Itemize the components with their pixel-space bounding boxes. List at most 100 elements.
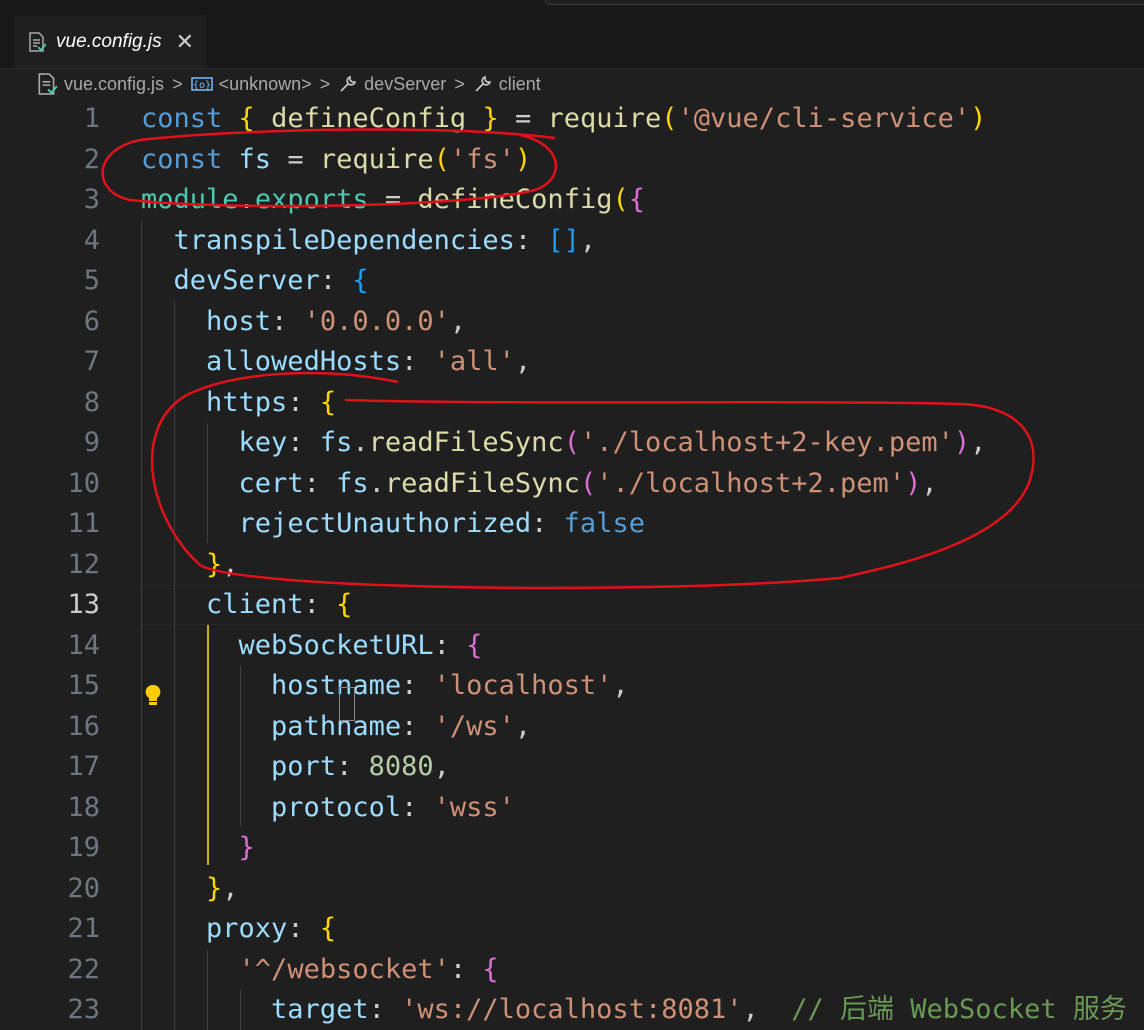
code-editor[interactable]: 1 2 3 4 5 6 7 8 9 10 11 12 13 14 15 16 17 18 19 20 21 22 23 co… bbox=[0, 99, 1144, 1030]
line-number: 15 bbox=[67, 670, 100, 701]
code-token: fs bbox=[238, 143, 272, 175]
code-line[interactable]: const fs = require('fs') bbox=[141, 140, 531, 180]
line-number: 14 bbox=[67, 629, 100, 661]
code-token: https bbox=[206, 386, 288, 418]
code-line[interactable]: devServer: { bbox=[141, 261, 369, 301]
code-token: : bbox=[433, 629, 467, 661]
code-line[interactable]: const { defineConfig } = require('@vue/c… bbox=[141, 99, 986, 139]
code-token: = bbox=[498, 103, 548, 134]
code-token: devServer bbox=[173, 265, 320, 296]
tab-title: vue.config.js bbox=[56, 30, 162, 52]
code-line[interactable]: } bbox=[141, 828, 255, 868]
line-number-gutter[interactable]: 1 2 3 4 5 6 7 8 9 10 11 12 13 14 15 16 17 18 19 20 21 22 23 bbox=[0, 99, 112, 1030]
line-number: 17 bbox=[67, 751, 100, 782]
line-number: 18 bbox=[67, 791, 100, 823]
code-line[interactable]: transpileDependencies: [], bbox=[141, 221, 597, 261]
code-token: , bbox=[579, 224, 597, 256]
tab-strip: vue.config.js ✕ bbox=[0, 15, 1144, 69]
code-token: ) bbox=[970, 103, 987, 134]
code-lines[interactable]: const { defineConfig } = require('@vue/c… bbox=[141, 99, 1144, 1030]
code-token: , bbox=[449, 305, 467, 337]
lightbulb-icon[interactable] bbox=[142, 683, 164, 709]
code-token: '@vue/cli-service' bbox=[677, 103, 971, 134]
breadcrumb-symbol[interactable]: {o} <unknown> bbox=[190, 74, 312, 95]
breadcrumb-file-label: vue.config.js bbox=[64, 73, 165, 94]
line-number: 19 bbox=[67, 832, 100, 863]
code-token: : bbox=[514, 224, 548, 256]
code-token: , bbox=[514, 710, 532, 742]
code-line[interactable]: webSocketURL: { bbox=[141, 626, 483, 666]
svg-text:{o}: {o} bbox=[193, 80, 211, 91]
command-center[interactable] bbox=[545, 0, 1144, 5]
code-line[interactable]: '^/websocket': { bbox=[141, 950, 499, 990]
code-token: rejectUnauthorized bbox=[238, 508, 532, 539]
code-line[interactable]: cert: fs.readFileSync('./localhost+2.pem… bbox=[141, 464, 938, 504]
code-line[interactable]: target: 'ws://localhost:8081', // 后端 Web… bbox=[141, 990, 1127, 1030]
code-token: proxy bbox=[206, 913, 288, 944]
close-icon[interactable]: ✕ bbox=[176, 29, 194, 55]
code-token: module bbox=[141, 184, 239, 215]
code-token: ) bbox=[514, 143, 532, 175]
code-token: , bbox=[433, 751, 450, 782]
code-token: client bbox=[206, 589, 304, 620]
code-line[interactable]: }, bbox=[141, 545, 239, 585]
file-icon bbox=[38, 73, 58, 95]
wrench-icon bbox=[475, 75, 491, 92]
code-token: } bbox=[238, 832, 255, 863]
code-line[interactable]: https: { bbox=[141, 383, 336, 423]
code-token: { bbox=[466, 629, 483, 661]
code-token: 'fs' bbox=[449, 143, 515, 175]
code-token: , bbox=[222, 548, 239, 580]
code-line[interactable]: key: fs.readFileSync('./localhost+2-key.… bbox=[141, 423, 987, 463]
line-number: 20 bbox=[67, 872, 100, 904]
breadcrumb-client-label: client bbox=[498, 73, 541, 94]
code-line[interactable]: pathname: '/ws', bbox=[141, 707, 531, 747]
tab-vue-config[interactable]: vue.config.js ✕ bbox=[14, 15, 206, 68]
code-token: : bbox=[401, 791, 434, 823]
code-line[interactable]: protocol: 'wss' bbox=[141, 788, 515, 828]
line-number: 12 bbox=[67, 548, 100, 580]
code-line[interactable]: host: '0.0.0.0', bbox=[141, 302, 466, 342]
code-token: = bbox=[271, 143, 320, 175]
code-line[interactable]: allowedHosts: 'all', bbox=[141, 342, 531, 382]
file-icon bbox=[29, 31, 46, 52]
code-line[interactable]: }, bbox=[141, 869, 239, 909]
code-line[interactable]: proxy: { bbox=[141, 909, 336, 949]
code-line[interactable]: client: { bbox=[141, 585, 352, 625]
code-token: const bbox=[141, 143, 223, 175]
code-token: : bbox=[271, 305, 304, 337]
code-token: , bbox=[222, 872, 239, 904]
code-token: protocol bbox=[271, 791, 402, 823]
code-line[interactable]: hostname: 'localhost', bbox=[141, 666, 629, 706]
code-line[interactable]: module.exports = defineConfig({ bbox=[141, 180, 645, 220]
line-number: 3 bbox=[83, 184, 100, 215]
code-token: : bbox=[401, 710, 434, 742]
wrench-icon bbox=[340, 75, 357, 92]
code-line[interactable]: rejectUnauthorized: false bbox=[141, 504, 645, 544]
code-token: { bbox=[238, 103, 255, 134]
code-token: { bbox=[482, 953, 499, 985]
breadcrumb-client[interactable]: client bbox=[473, 74, 541, 95]
breadcrumb-file[interactable]: vue.config.js bbox=[36, 73, 164, 95]
code-token: fs bbox=[336, 467, 369, 499]
code-token: 'localhost' bbox=[433, 670, 613, 701]
code-line[interactable]: port: 8080, bbox=[141, 747, 450, 787]
code-token: { bbox=[352, 265, 369, 296]
code-token: target bbox=[271, 994, 369, 1025]
code-token: , bbox=[612, 670, 629, 701]
code-token: ( bbox=[433, 143, 450, 175]
breadcrumb-devserver[interactable]: devServer bbox=[338, 74, 446, 95]
breadcrumb-separator: > bbox=[319, 73, 331, 94]
